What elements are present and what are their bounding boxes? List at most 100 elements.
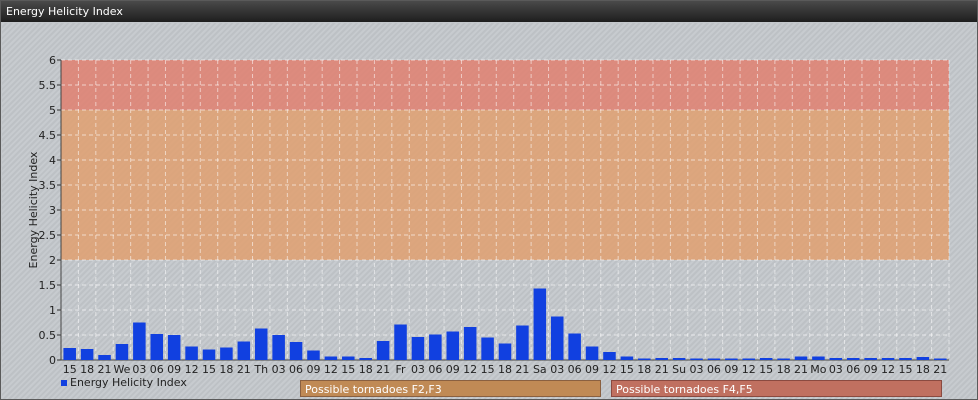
x-tick-label: 12	[602, 363, 616, 376]
x-tick-label: 09	[585, 363, 599, 376]
x-tick-label: 21	[515, 363, 529, 376]
y-tick-label: 1	[49, 304, 56, 317]
bar-We	[115, 344, 129, 360]
bar-03	[272, 335, 285, 360]
legend: Energy Helicity Index	[61, 376, 187, 389]
y-tick-label: 3.5	[39, 179, 57, 192]
bar-15	[759, 358, 773, 360]
x-tick-label: Sa	[533, 363, 547, 376]
legend-label: Energy Helicity Index	[70, 376, 187, 389]
x-tick-label: 09	[864, 363, 878, 376]
y-tick-label: 0	[49, 354, 56, 367]
bar-06	[289, 342, 303, 360]
x-tick-label: 06	[289, 363, 303, 376]
bar-21	[934, 358, 947, 360]
bar-18	[777, 358, 790, 360]
bar-09	[167, 335, 181, 360]
band-label-f4-f5: Possible tornadoes F4,F5	[611, 380, 942, 397]
x-tick-label: 06	[846, 363, 860, 376]
x-tick-label: Su	[672, 363, 686, 376]
chart-window: Energy Helicity Index 0 0.5 1 1.5 2 2.5 3 3.5 4 4…	[0, 0, 978, 400]
bar-12	[881, 358, 895, 360]
x-tick-label: 06	[428, 363, 442, 376]
x-tick-label: 09	[167, 363, 181, 376]
band-label-f2-f3: Possible tornadoes F2,F3	[300, 380, 601, 397]
x-tick-label: 06	[707, 363, 721, 376]
bar-21	[376, 341, 390, 360]
x-tick-label: 21	[794, 363, 808, 376]
x-tick-label: 09	[306, 363, 320, 376]
y-tick-label: 2.5	[39, 229, 57, 242]
bar-21	[237, 341, 251, 360]
x-tick-label: 15	[202, 363, 216, 376]
bar-Sa	[533, 288, 547, 360]
x-tick-label: 06	[150, 363, 164, 376]
x-tick-label: 09	[724, 363, 738, 376]
x-tick-label: 15	[341, 363, 355, 376]
bar-06	[150, 334, 164, 360]
x-tick-label: 03	[550, 363, 564, 376]
x-tick-label: 12	[463, 363, 477, 376]
x-tick-label: 21	[237, 363, 251, 376]
y-tick-label: 6	[49, 54, 56, 67]
bar-12	[463, 327, 477, 360]
x-tick-label: 18	[219, 363, 233, 376]
bar-Th	[254, 328, 268, 360]
y-tick-label: 3	[49, 204, 56, 217]
x-tick-label: 21	[98, 363, 112, 376]
x-tick-label: 15	[481, 363, 495, 376]
bar-21	[98, 355, 111, 360]
bar-Mo	[812, 356, 825, 360]
x-tick-label: 03	[272, 363, 286, 376]
x-tick-label: 21	[933, 363, 947, 376]
bar-15	[620, 356, 634, 360]
x-tick-label: 15	[63, 363, 77, 376]
bar-18	[916, 357, 930, 360]
bar-06	[707, 358, 721, 360]
bar-09	[864, 358, 877, 360]
bar-15	[63, 348, 76, 360]
bar-12	[324, 356, 338, 360]
x-tick-label: Fr	[395, 363, 406, 376]
x-tick-label: 18	[777, 363, 791, 376]
bar-03	[829, 358, 843, 360]
bar-12	[185, 346, 198, 360]
bar-18	[220, 347, 233, 360]
bar-15	[202, 349, 216, 360]
bar-Su	[672, 358, 686, 360]
bar-18	[638, 358, 651, 360]
x-tick-label: 18	[916, 363, 930, 376]
x-tick-label: 18	[637, 363, 651, 376]
y-axis-label: Energy Helicity Index	[27, 151, 40, 268]
bar-18	[498, 343, 512, 360]
x-tick-label: Th	[253, 363, 268, 376]
bar-21	[794, 356, 808, 360]
x-tick-label: 15	[759, 363, 773, 376]
x-tick-label: 12	[742, 363, 756, 376]
x-tick-label: 18	[498, 363, 512, 376]
bar-18	[359, 358, 372, 360]
bar-Fr	[394, 324, 407, 360]
bar-03	[690, 358, 703, 360]
x-tick-label: 12	[881, 363, 895, 376]
x-tick-label: 15	[898, 363, 912, 376]
x-tick-label: 12	[185, 363, 199, 376]
y-tick-label: 5	[49, 104, 56, 117]
x-tick-label: 09	[446, 363, 460, 376]
x-tick-label: 06	[568, 363, 582, 376]
x-tick-label: 15	[620, 363, 634, 376]
x-tick-label: 03	[829, 363, 843, 376]
x-tick-label: 21	[655, 363, 669, 376]
bar-09	[446, 331, 460, 360]
y-tick-label: 4.5	[39, 129, 57, 142]
legend-swatch	[61, 379, 67, 386]
bar-09	[307, 350, 320, 360]
y-tick-label: 2	[49, 254, 56, 267]
y-tick-label: 5.5	[39, 79, 57, 92]
x-tick-label: We	[113, 363, 130, 376]
ehi-chart: 00.511.522.533.544.555.5615 18 21 We 03 06 09 1…	[27, 54, 950, 376]
x-tick-label: 03	[411, 363, 425, 376]
x-tick-label: 03	[690, 363, 704, 376]
bar-21	[655, 358, 668, 360]
y-tick-label: 0.5	[39, 329, 57, 342]
